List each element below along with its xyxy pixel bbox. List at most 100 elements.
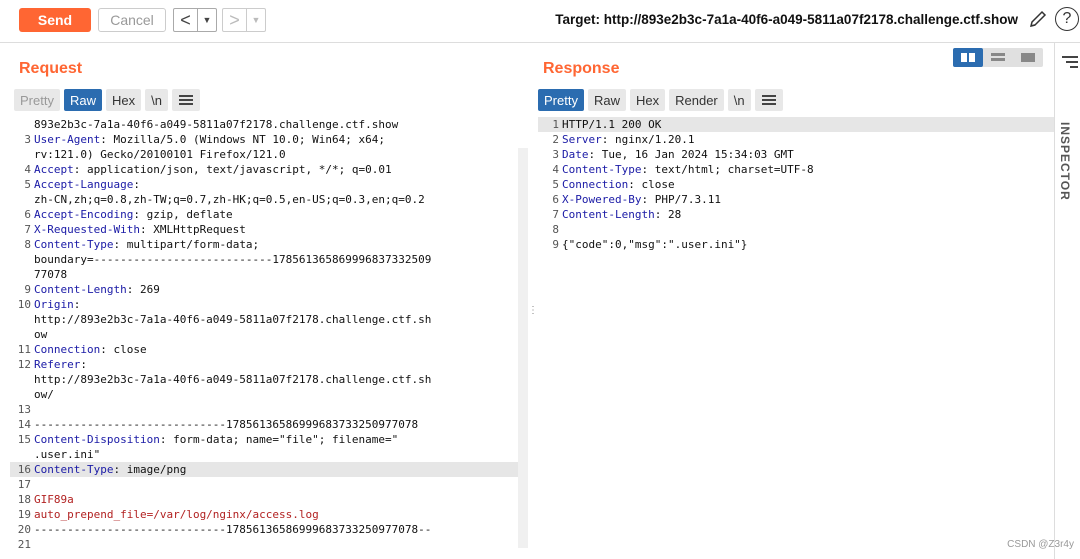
line-text bbox=[562, 222, 1054, 237]
help-icon[interactable]: ? bbox=[1055, 7, 1079, 31]
response-tab-hex[interactable]: Hex bbox=[629, 89, 666, 111]
line-number: 21 bbox=[17, 538, 31, 549]
back-arrow-icon[interactable]: < bbox=[174, 9, 198, 31]
line-number: 4 bbox=[552, 163, 559, 176]
line-text: GIF89a bbox=[34, 493, 74, 506]
cancel-button[interactable]: Cancel bbox=[98, 8, 166, 32]
request-line[interactable]: 12 Referer: bbox=[10, 357, 520, 372]
line-text bbox=[34, 537, 520, 549]
response-tab-raw[interactable]: Raw bbox=[587, 89, 626, 111]
line-number: 8 bbox=[552, 223, 559, 236]
request-line[interactable]: 10 Origin: bbox=[10, 297, 520, 312]
line-text: Connection: close bbox=[34, 343, 147, 356]
request-line[interactable]: 17 bbox=[10, 477, 520, 492]
line-text: User-Agent: Mozilla/5.0 (Windows NT 10.0… bbox=[34, 133, 386, 146]
header-name: Content-Disposition bbox=[34, 433, 160, 446]
request-line[interactable]: 16 Content-Type: image/png bbox=[10, 462, 520, 477]
inspector-tab[interactable]: INSPECTOR bbox=[1058, 122, 1072, 201]
inspector-menu-icon[interactable] bbox=[1062, 56, 1078, 71]
stacked-layout-icon[interactable] bbox=[983, 48, 1013, 67]
request-line[interactable]: 6 Accept-Encoding: gzip, deflate bbox=[10, 207, 520, 222]
back-nav-group[interactable]: < ▼ bbox=[173, 8, 217, 32]
line-number: 6 bbox=[552, 193, 559, 206]
request-tab-raw[interactable]: Raw bbox=[63, 89, 102, 111]
response-line[interactable]: 4 Content-Type: text/html; charset=UTF-8 bbox=[538, 162, 1054, 177]
response-line[interactable]: 5 Connection: close bbox=[538, 177, 1054, 192]
request-line[interactable]: 7 X-Requested-With: XMLHttpRequest bbox=[10, 222, 520, 237]
pencil-icon[interactable] bbox=[1027, 8, 1049, 30]
response-editor[interactable]: 1 HTTP/1.1 200 OK 2 Server: nginx/1.20.1 3 Da… bbox=[538, 117, 1054, 549]
request-line[interactable]: zh-CN,zh;q=0.8,zh-TW;q=0.7,zh-HK;q=0.5,e… bbox=[10, 192, 520, 207]
line-number: 16 bbox=[17, 463, 31, 476]
request-editor[interactable]: 893e2b3c-7a1a-40f6-a049-5811a07f2178.cha… bbox=[10, 117, 520, 549]
line-number: 18 bbox=[17, 493, 31, 506]
line-text: Origin: bbox=[34, 298, 81, 311]
request-line[interactable]: 20 -----------------------------178561365… bbox=[10, 522, 520, 537]
line-text: zh-CN,zh;q=0.8,zh-TW;q=0.7,zh-HK;q=0.5,e… bbox=[34, 193, 425, 206]
watermark: CSDN @Z3r4y bbox=[1007, 539, 1074, 550]
request-line[interactable]: 8 Content-Type: multipart/form-data; bbox=[10, 237, 520, 252]
response-line[interactable]: 3 Date: Tue, 16 Jan 2024 15:34:03 GMT bbox=[538, 147, 1054, 162]
header-name: Date bbox=[562, 148, 589, 161]
request-line[interactable]: ow bbox=[10, 327, 520, 342]
line-number bbox=[10, 447, 34, 462]
response-tab-render[interactable]: Render bbox=[669, 89, 724, 111]
request-line[interactable]: 5 Accept-Language: bbox=[10, 177, 520, 192]
header-name: Content-Type bbox=[562, 163, 642, 176]
request-tab-hex[interactable]: Hex bbox=[105, 89, 142, 111]
layout-toggle[interactable] bbox=[953, 48, 1043, 67]
header-name: User-Agent bbox=[34, 133, 101, 146]
back-history-dropdown-icon[interactable]: ▼ bbox=[198, 9, 216, 31]
request-line[interactable]: 21 bbox=[10, 537, 520, 549]
request-line[interactable]: ow/ bbox=[10, 387, 520, 402]
forward-arrow-icon[interactable]: > bbox=[223, 9, 247, 31]
request-line[interactable]: 11 Connection: close bbox=[10, 342, 520, 357]
line-number bbox=[10, 117, 34, 132]
response-line[interactable]: 7 Content-Length: 28 bbox=[538, 207, 1054, 222]
request-line[interactable]: 4 Accept: application/json, text/javascri… bbox=[10, 162, 520, 177]
request-line[interactable]: rv:121.0) Gecko/20100101 Firefox/121.0 bbox=[10, 147, 520, 162]
send-button[interactable]: Send bbox=[19, 8, 91, 32]
response-menu-icon[interactable] bbox=[754, 89, 783, 111]
header-name: Content-Type bbox=[34, 463, 114, 476]
line-number bbox=[10, 252, 34, 267]
request-line[interactable]: 19 auto_prepend_file=/var/log/nginx/acces… bbox=[10, 507, 520, 522]
request-scrollbar[interactable] bbox=[518, 148, 528, 548]
side-by-side-layout-icon[interactable] bbox=[953, 48, 983, 67]
request-menu-icon[interactable] bbox=[171, 89, 200, 111]
response-line[interactable]: 8 bbox=[538, 222, 1054, 237]
header-name: Content-Length bbox=[34, 283, 127, 296]
line-text: X-Powered-By: PHP/7.3.11 bbox=[562, 193, 721, 206]
request-line[interactable]: http://893e2b3c-7a1a-40f6-a049-5811a07f2… bbox=[10, 312, 520, 327]
request-line[interactable]: 15 Content-Disposition: form-data; name="… bbox=[10, 432, 520, 447]
request-line[interactable]: boundary=---------------------------1785… bbox=[10, 252, 520, 267]
line-text: .user.ini" bbox=[34, 448, 101, 461]
line-number: 3 bbox=[24, 133, 31, 146]
request-line[interactable]: 77078 bbox=[10, 267, 520, 282]
request-tab-newline[interactable]: \n bbox=[145, 89, 168, 111]
request-line[interactable]: .user.ini" bbox=[10, 447, 520, 462]
request-line[interactable]: 3 User-Agent: Mozilla/5.0 (Windows NT 10.… bbox=[10, 132, 520, 147]
request-line[interactable]: http://893e2b3c-7a1a-40f6-a049-5811a07f2… bbox=[10, 372, 520, 387]
forward-nav-group[interactable]: > ▼ bbox=[222, 8, 266, 32]
request-line[interactable]: 893e2b3c-7a1a-40f6-a049-5811a07f2178.cha… bbox=[10, 117, 520, 132]
line-number bbox=[10, 147, 34, 162]
response-tab-newline[interactable]: \n bbox=[727, 89, 751, 111]
response-line[interactable]: 6 X-Powered-By: PHP/7.3.11 bbox=[538, 192, 1054, 207]
request-line[interactable]: 14 -----------------------------178561365… bbox=[10, 417, 520, 432]
forward-history-dropdown-icon[interactable]: ▼ bbox=[247, 9, 265, 31]
request-line[interactable]: 13 bbox=[10, 402, 520, 417]
line-text: auto_prepend_file=/var/log/nginx/access.… bbox=[34, 508, 319, 521]
response-line[interactable]: 2 Server: nginx/1.20.1 bbox=[538, 132, 1054, 147]
request-line[interactable]: 18 GIF89a bbox=[10, 492, 520, 507]
response-tab-pretty[interactable]: Pretty bbox=[538, 89, 584, 111]
line-text: Accept-Encoding: gzip, deflate bbox=[34, 208, 233, 221]
response-line[interactable]: 9 {"code":0,"msg":".user.ini"} bbox=[538, 237, 1054, 252]
request-line[interactable]: 9 Content-Length: 269 bbox=[10, 282, 520, 297]
request-tab-pretty[interactable]: Pretty bbox=[14, 89, 60, 111]
panel-splitter-handle[interactable]: ⋮ bbox=[528, 305, 538, 316]
tabbed-layout-icon[interactable] bbox=[1013, 48, 1043, 67]
line-number: 7 bbox=[24, 223, 31, 236]
header-name: Origin bbox=[34, 298, 74, 311]
response-line[interactable]: 1 HTTP/1.1 200 OK bbox=[538, 117, 1054, 132]
